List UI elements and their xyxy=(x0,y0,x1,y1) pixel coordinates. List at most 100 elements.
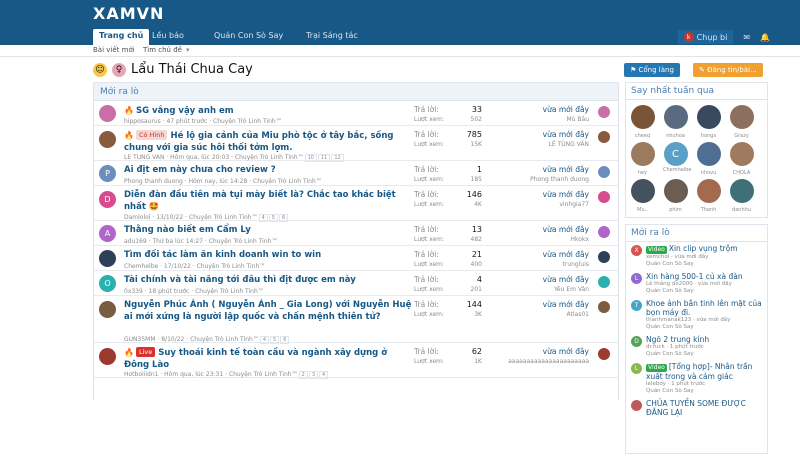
member-avatar[interactable] xyxy=(630,105,655,129)
sidebar-thread[interactable]: L Xin hàng 500-1 củ xà đàn Lê thắng do2000… xyxy=(626,270,767,297)
last-post-time[interactable]: vừa mới đây xyxy=(494,130,589,139)
thread-author-avatar[interactable] xyxy=(99,348,116,365)
page-link[interactable]: 2 xyxy=(298,371,308,379)
sidebar-thread-avatar[interactable]: L xyxy=(631,363,642,374)
thread-title[interactable]: Ai địt em này chưa cho review ? xyxy=(124,165,276,175)
last-poster[interactable]: vinhgia77 xyxy=(494,201,589,208)
sidebar-thread-title[interactable]: Xin hàng 500-1 củ xà đàn xyxy=(646,272,743,281)
thread-prefix[interactable]: Live xyxy=(135,347,156,357)
sidebar-thread-forum[interactable]: Quán Con Sò Say xyxy=(646,261,763,268)
member-card[interactable]: C Chemhelbe xyxy=(663,142,692,177)
last-poster[interactable]: Mù Bầu xyxy=(494,116,589,123)
last-post-time[interactable]: vừa mới đây xyxy=(494,347,589,356)
member-card[interactable]: phim xyxy=(663,179,688,214)
thread-author-avatar[interactable] xyxy=(99,250,116,267)
member-card[interactable]: hongs xyxy=(696,105,721,140)
last-poster[interactable]: Yêu Em Vân xyxy=(494,286,589,293)
last-poster-avatar[interactable] xyxy=(598,226,610,238)
tab-leu-bao[interactable]: Lều báo xyxy=(146,29,190,45)
last-poster-avatar[interactable] xyxy=(598,276,610,288)
sidebar-thread-title[interactable]: Khoe ảnh bắn tinh lên mặt của bọn máy đi… xyxy=(646,299,762,317)
thread-prefix[interactable]: Có Hình xyxy=(135,130,168,140)
follow-button[interactable]: ⚑ Cổng làng xyxy=(624,63,680,77)
last-poster-avatar[interactable] xyxy=(598,106,610,118)
last-poster[interactable]: aaaaaaaaaaaaaaaaaaaaaa xyxy=(494,358,589,365)
sidebar-thread-forum[interactable]: Quán Con Sò Say xyxy=(646,388,763,395)
thread-row[interactable]: A Thằng nào biết em Cẩm Ly adu169 · Thứ ba… xyxy=(94,221,618,246)
thread-author-avatar[interactable] xyxy=(99,105,116,122)
member-avatar[interactable] xyxy=(663,179,688,203)
last-post-time[interactable]: vừa mới đây xyxy=(494,225,589,234)
user-menu[interactable]: k Chụp bi xyxy=(677,30,734,44)
last-poster-avatar[interactable] xyxy=(598,166,610,178)
member-avatar[interactable] xyxy=(729,179,754,203)
sidebar-thread[interactable]: L Video [Tổng hợp]- Nhân trần xuất trong v… xyxy=(626,360,767,397)
tab-quan-con-so-say[interactable]: Quán Con Sò Say xyxy=(208,29,289,45)
thread-author-avatar[interactable] xyxy=(99,131,116,148)
thread-author-avatar[interactable] xyxy=(99,301,116,318)
last-poster[interactable]: LÊ TÙNG VÂN xyxy=(494,141,589,148)
sidebar-thread-avatar[interactable]: L xyxy=(631,273,642,284)
page-link[interactable]: 3 xyxy=(308,371,318,379)
thread-title[interactable]: Thằng nào biết em Cẩm Ly xyxy=(124,225,251,235)
last-post-time[interactable]: vừa mới đây xyxy=(494,300,589,309)
thread-tag[interactable]: Video xyxy=(646,364,667,372)
thread-title[interactable]: SG vắng vậy anh em xyxy=(136,106,234,116)
subnav-find-threads[interactable]: Tìm chủ đề xyxy=(143,46,182,54)
sidebar-thread-title[interactable]: CHỦA TUYỀN SOME ĐƯỢC ĐĂNG LẠI xyxy=(646,399,746,417)
sidebar-thread[interactable]: X Video Xin clip vụng trộm xemchoi · vừa mớ… xyxy=(626,242,767,270)
member-avatar[interactable] xyxy=(729,142,754,166)
last-poster-avatar[interactable] xyxy=(598,251,610,263)
last-post-time[interactable]: vừa mới đây xyxy=(494,275,589,284)
member-card[interactable]: Thanh xyxy=(696,179,721,214)
last-poster-avatar[interactable] xyxy=(598,191,610,203)
thread-title[interactable]: Suy thoái kinh tế toàn cầu và ngành xây … xyxy=(124,348,387,370)
last-poster-avatar[interactable] xyxy=(598,348,610,360)
bell-icon[interactable]: 🔔 xyxy=(760,33,770,42)
sidebar-thread-avatar[interactable]: T xyxy=(631,300,642,311)
thread-title[interactable]: Tài chính và tài năng tới đâu thì địt đư… xyxy=(124,275,356,285)
thread-title[interactable]: Nguyễn Phúc Ánh ( Nguyễn Ánh _ Gia Long)… xyxy=(124,300,411,322)
thread-row[interactable]: D Diễn đàn đầu tiên mà tụi mày biết là? C… xyxy=(94,186,618,222)
member-avatar[interactable] xyxy=(729,105,754,129)
sidebar-thread[interactable]: D Ngõ 2 trung kính dr.fuck · 1 phút trước Q… xyxy=(626,333,767,360)
page-link[interactable]: 4 xyxy=(319,371,329,379)
last-poster-avatar[interactable] xyxy=(598,301,610,313)
thread-author-avatar[interactable]: O xyxy=(99,275,116,292)
sidebar-thread-title[interactable]: Xin clip vụng trộm xyxy=(669,244,738,253)
sidebar-thread[interactable]: T Khoe ảnh bắn tinh lên mặt của bọn máy đ… xyxy=(626,297,767,333)
last-poster[interactable]: Atlas01 xyxy=(494,311,589,318)
member-card[interactable]: nhuhoa xyxy=(663,105,688,140)
inbox-icon[interactable]: ✉ xyxy=(743,33,750,42)
thread-title[interactable]: Diễn đàn đầu tiên mà tụi mày biết là? Ch… xyxy=(124,190,396,212)
sidebar-thread[interactable]: CHỦA TUYỀN SOME ĐƯỢC ĐĂNG LẠI xyxy=(626,397,767,419)
member-card[interactable]: cheeq xyxy=(630,105,655,140)
last-poster[interactable]: Hkokx xyxy=(494,236,589,243)
member-card[interactable]: nhovu xyxy=(696,142,721,177)
last-poster[interactable]: trungluis xyxy=(494,261,590,268)
member-avatar[interactable] xyxy=(630,179,655,203)
last-poster[interactable]: Phong thanh duong xyxy=(494,176,589,183)
thread-row[interactable]: 🔥 SG vắng vậy anh em hipposaurus · 47 phút… xyxy=(94,101,618,126)
sidebar-thread-forum[interactable]: Quán Con Sò Say xyxy=(646,351,763,358)
sidebar-thread-avatar[interactable]: D xyxy=(631,336,642,347)
thread-row[interactable]: Tìm đối tác làm ăn kinh doanh win to win… xyxy=(94,246,618,271)
tab-trai-sang-tac[interactable]: Trại Sáng tác xyxy=(300,29,364,45)
thread-row[interactable]: Nguyễn Phúc Ánh ( Nguyễn Ánh _ Gia Long)… xyxy=(94,296,618,344)
member-avatar[interactable]: C xyxy=(663,142,688,166)
sidebar-thread-title[interactable]: Ngõ 2 trung kính xyxy=(646,335,709,344)
last-post-time[interactable]: vừa mới đây xyxy=(494,105,589,114)
thread-row[interactable]: O Tài chính và tài năng tới đâu thì địt đ… xyxy=(94,271,618,296)
thread-row[interactable]: P Ai địt em này chưa cho review ? Phong th… xyxy=(94,161,618,186)
member-card[interactable]: Grazy xyxy=(729,105,754,140)
thread-author-avatar[interactable]: P xyxy=(99,165,116,182)
sidebar-thread-avatar[interactable]: X xyxy=(631,245,642,256)
member-card[interactable]: hey xyxy=(630,142,655,177)
thread-row[interactable]: 🔥 Live Suy thoái kinh tế toàn cầu và ngành… xyxy=(94,343,618,379)
sidebar-thread-forum[interactable]: Quán Con Sò Say xyxy=(646,324,763,331)
subnav-new-posts[interactable]: Bài viết mới xyxy=(93,46,135,54)
member-avatar[interactable] xyxy=(663,105,688,129)
member-avatar[interactable] xyxy=(696,105,721,129)
member-avatar[interactable] xyxy=(696,179,721,203)
last-post-time[interactable]: vừa mới đây xyxy=(494,165,589,174)
